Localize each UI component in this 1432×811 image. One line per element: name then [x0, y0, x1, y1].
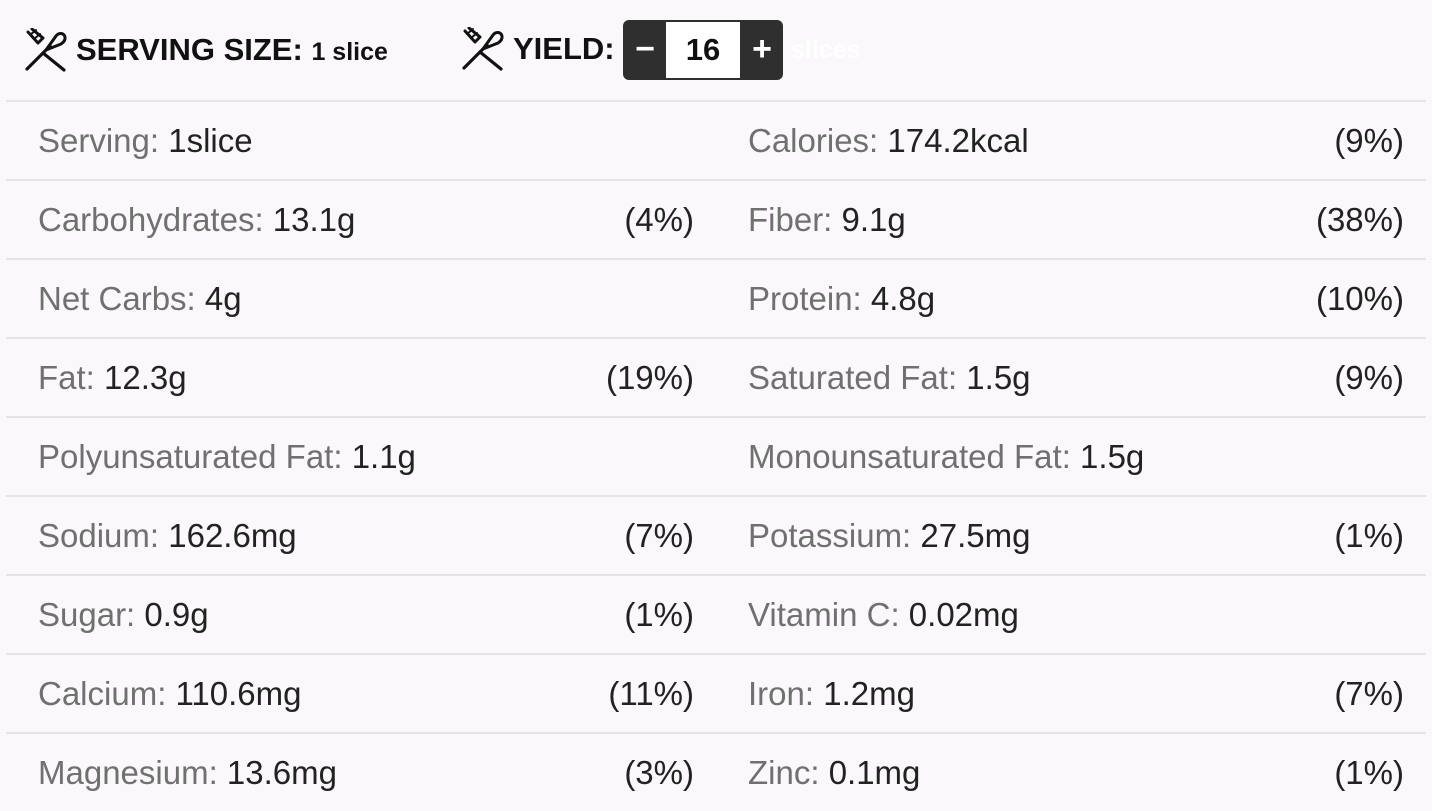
- daily-value-percent: (19%): [605, 359, 694, 396]
- serving-size-value: 1 slice: [311, 38, 388, 66]
- yield-unit: slices: [791, 36, 861, 64]
- daily-value-percent: (1%): [624, 596, 694, 633]
- nutrient-label: Saturated Fat:: [748, 359, 958, 396]
- daily-value-percent: (3%): [624, 754, 694, 791]
- nutrient-label: Sugar:: [38, 596, 136, 633]
- daily-value-percent: (4%): [624, 201, 694, 238]
- nutrient-cell: Fat: 12.3g: [38, 339, 187, 416]
- nutrient-value: 4.8g: [870, 280, 936, 317]
- nutrient-value: 162.6mg: [168, 517, 297, 554]
- nutrient-value: 1.5g: [1080, 438, 1145, 475]
- nutrient-label: Monounsaturated Fat:: [748, 438, 1071, 475]
- fork-knife-icon: [462, 27, 504, 71]
- nutrient-value: 12.3g: [104, 359, 187, 396]
- nutrient-label: Sodium:: [38, 517, 160, 554]
- nutrient-label: Vitamin C:: [748, 596, 900, 633]
- nutrient-value: 0.02mg: [908, 596, 1019, 633]
- nutrition-row: Carbohydrates: 13.1g (4%) Fiber: 9.1g (38%): [6, 181, 1426, 260]
- nutrient-cell: Monounsaturated Fat: 1.5g: [748, 418, 1144, 495]
- nutrient-cell: Saturated Fat: 1.5g: [748, 339, 1031, 416]
- nutrient-cell: Sugar: 0.9g: [38, 576, 209, 653]
- nutrient-cell: Potassium: 27.5mg: [748, 497, 1030, 574]
- nutrition-row: Polyunsaturated Fat: 1.1g Monounsaturated…: [6, 418, 1426, 497]
- fork-knife-icon: [25, 28, 67, 72]
- nutrient-cell: Sodium: 162.6mg: [38, 497, 297, 574]
- nutrient-value: 1.2mg: [823, 675, 915, 712]
- nutrient-label: Calcium:: [38, 675, 167, 712]
- daily-value-percent: (7%): [624, 517, 694, 554]
- nutrient-value: 174.2kcal: [887, 122, 1029, 159]
- recipe-meta-bar: SERVING SIZE: 1 slice YIELD: − + slices: [0, 0, 1432, 100]
- yield-input[interactable]: [666, 22, 740, 78]
- nutrient-value: 1.5g: [966, 359, 1031, 396]
- nutrition-table: Serving: 1slice Calories: 174.2kcal (9%) Ca…: [6, 102, 1426, 811]
- nutrient-value: 110.6mg: [175, 675, 302, 712]
- nutrient-cell: Net Carbs: 4g: [38, 260, 242, 337]
- nutrition-row: Net Carbs: 4g Protein: 4.8g (10%): [6, 260, 1426, 339]
- nutrient-value: 4g: [204, 280, 242, 317]
- daily-value-percent: (1%): [1334, 517, 1404, 554]
- nutrient-label: Zinc:: [748, 754, 820, 791]
- daily-value-percent: (11%): [608, 675, 694, 712]
- nutrition-row: Fat: 12.3g (19%) Saturated Fat: 1.5g (9%): [6, 339, 1426, 418]
- nutrient-label: Fiber:: [748, 201, 833, 238]
- nutrient-cell: Protein: 4.8g: [748, 260, 935, 337]
- nutrient-cell: Zinc: 0.1mg: [748, 734, 920, 811]
- nutrient-value: 13.6mg: [226, 754, 337, 791]
- nutrient-label: Calories:: [748, 122, 879, 159]
- nutrition-row: Calcium: 110.6mg (11%) Iron: 1.2mg (7%): [6, 655, 1426, 734]
- nutrient-value: 0.9g: [144, 596, 209, 633]
- daily-value-percent: (10%): [1315, 280, 1404, 317]
- nutrient-label: Carbohydrates:: [38, 201, 264, 238]
- nutrient-cell: Serving: 1slice: [38, 102, 253, 179]
- daily-value-percent: (1%): [1334, 754, 1404, 791]
- yield-stepper[interactable]: − +: [623, 20, 783, 80]
- nutrient-value: 13.1g: [272, 201, 356, 238]
- daily-value-percent: (7%): [1334, 675, 1404, 712]
- nutrition-row: Serving: 1slice Calories: 174.2kcal (9%): [6, 102, 1426, 181]
- nutrient-cell: Vitamin C: 0.02mg: [748, 576, 1019, 653]
- nutrient-value: 0.1mg: [828, 754, 921, 791]
- decrement-yield-button[interactable]: −: [625, 20, 665, 80]
- nutrient-value: 27.5mg: [920, 517, 1031, 554]
- nutrition-row: Magnesium: 13.6mg (3%) Zinc: 0.1mg (1%): [6, 734, 1426, 811]
- nutrient-label: Magnesium:: [38, 754, 218, 791]
- nutrient-label: Iron:: [748, 675, 815, 712]
- nutrient-cell: Magnesium: 13.6mg: [38, 734, 337, 811]
- nutrient-label: Potassium:: [748, 517, 912, 554]
- nutrient-cell: Polyunsaturated Fat: 1.1g: [38, 418, 416, 495]
- daily-value-percent: (9%): [1334, 122, 1404, 159]
- nutrition-row: Sodium: 162.6mg (7%) Potassium: 27.5mg (1%): [6, 497, 1426, 576]
- nutrition-row: Sugar: 0.9g (1%) Vitamin C: 0.02mg: [6, 576, 1426, 655]
- nutrient-cell: Calcium: 110.6mg: [38, 655, 302, 732]
- nutrient-cell: Iron: 1.2mg: [748, 655, 915, 732]
- daily-value-percent: (38%): [1315, 201, 1404, 238]
- increment-yield-button[interactable]: +: [742, 20, 782, 80]
- nutrient-label: Serving:: [38, 122, 160, 159]
- nutrient-cell: Carbohydrates: 13.1g: [38, 181, 355, 258]
- nutrient-cell: Fiber: 9.1g: [748, 181, 906, 258]
- nutrient-value: 1.1g: [351, 438, 416, 475]
- serving-size-label: SERVING SIZE:: [76, 32, 303, 67]
- nutrient-label: Protein:: [748, 280, 862, 317]
- yield-label: YIELD:: [513, 31, 615, 66]
- nutrient-value: 9.1g: [841, 201, 906, 238]
- nutrient-label: Polyunsaturated Fat:: [38, 438, 343, 475]
- daily-value-percent: (9%): [1334, 359, 1404, 396]
- serving-size: SERVING SIZE: 1 slice: [76, 32, 388, 70]
- nutrient-cell: Calories: 174.2kcal: [748, 102, 1029, 179]
- nutrient-label: Fat:: [38, 359, 95, 396]
- nutrient-label: Net Carbs:: [38, 280, 196, 317]
- nutrient-value: 1slice: [168, 122, 253, 159]
